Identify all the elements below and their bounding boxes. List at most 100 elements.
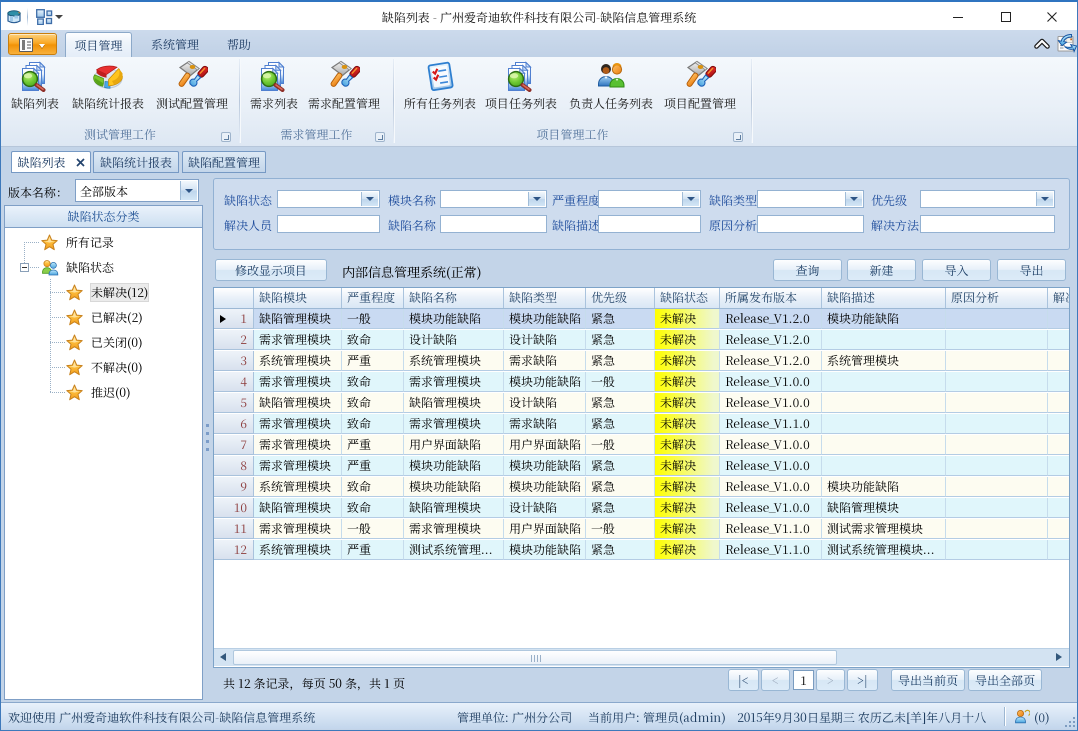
grid-header-cell[interactable]: 缺陷模块 (254, 288, 342, 308)
pager-button[interactable]: < (761, 669, 790, 691)
tab-close-icon[interactable] (76, 152, 85, 173)
grid-header-cell[interactable]: 优先级 (586, 288, 655, 308)
grid-cell[interactable]: 紧急 (586, 540, 655, 560)
grid-cell[interactable]: Release_V1.2.0 (720, 351, 822, 371)
dialog-launcher-icon[interactable] (375, 132, 385, 142)
tree-collapse-icon[interactable] (20, 263, 29, 272)
row-indicator-cell[interactable]: 3 (214, 351, 254, 371)
grid-cell[interactable] (946, 414, 1048, 434)
grid-header-cell[interactable]: 解决方法 (1048, 288, 1070, 308)
grid-cell[interactable]: 需求管理模块 (254, 414, 342, 434)
dropdown-arrow-icon[interactable] (845, 192, 862, 206)
grid-cell[interactable]: 一般 (586, 519, 655, 539)
grid-cell[interactable]: 未解决 (655, 309, 720, 329)
filter-combobox[interactable] (757, 190, 864, 208)
grid-header-cell[interactable]: 缺陷状态 (655, 288, 720, 308)
tree-item[interactable]: 已解决(2) (5, 305, 202, 330)
grid-header-cell[interactable] (214, 288, 254, 308)
version-dropdown-icon[interactable] (180, 181, 197, 200)
pager-button[interactable]: >| (847, 669, 878, 691)
minimize-button[interactable] (943, 7, 973, 27)
grid-cell[interactable]: 测试系统管理模块... (822, 540, 946, 560)
tree-item[interactable]: 所有记录 (5, 230, 202, 255)
grid-cell[interactable]: 缺陷管理模块 (254, 393, 342, 413)
grid-cell[interactable]: 缺陷管理模块 (254, 498, 342, 518)
grid-row[interactable]: 4需求管理模块致命需求管理模块模块功能缺陷一般未解决Release_V1.0.0 (214, 372, 1070, 393)
grid-cell[interactable] (1048, 477, 1070, 497)
version-combobox[interactable]: 全部版本 (75, 179, 199, 202)
grid-cell[interactable]: 需求管理模块 (254, 456, 342, 476)
grid-header-cell[interactable]: 所属发布版本 (720, 288, 822, 308)
grid-row[interactable]: 11需求管理模块一般需求管理模块用户界面缺陷一般未解决Release_V1.1.… (214, 519, 1070, 540)
grid-cell[interactable]: 未解决 (655, 498, 720, 518)
grid-cell[interactable]: 模块功能缺陷 (504, 372, 586, 392)
grid-cell[interactable]: 紧急 (586, 456, 655, 476)
action-button[interactable]: 导入 (922, 259, 991, 281)
grid-cell[interactable]: 紧急 (586, 351, 655, 371)
grid-cell[interactable]: 紧急 (586, 477, 655, 497)
grid-row[interactable]: 1缺陷管理模块一般模块功能缺陷模块功能缺陷紧急未解决Release_V1.2.0… (214, 309, 1070, 330)
grid-cell[interactable]: 模块功能缺陷 (504, 309, 586, 329)
grid-cell[interactable]: 未解决 (655, 540, 720, 560)
grid-cell[interactable]: Release_V1.0.0 (720, 435, 822, 455)
grid-header-cell[interactable]: 缺陷名称 (404, 288, 504, 308)
grid-row[interactable]: 10缺陷管理模块致命缺陷管理模块设计缺陷紧急未解决Release_V1.0.0缺… (214, 498, 1070, 519)
pager-button[interactable]: 导出全部页 (968, 669, 1042, 691)
grid-cell[interactable]: 模块功能缺陷 (404, 309, 504, 329)
ribbon-button[interactable]: 项目配置管理 (657, 60, 743, 130)
grid-cell[interactable]: 需求管理模块 (254, 330, 342, 350)
grid-cell[interactable]: Release_V1.1.0 (720, 519, 822, 539)
filter-input[interactable] (598, 215, 701, 233)
scroll-right-icon[interactable] (1051, 649, 1068, 666)
grid-cell[interactable]: 紧急 (586, 330, 655, 350)
action-button[interactable]: 导出 (997, 259, 1066, 281)
grid-cell[interactable]: 严重 (342, 540, 404, 560)
grid-cell[interactable]: 测试需求管理模块 (822, 519, 946, 539)
ribbon-button[interactable]: 需求配置管理 (301, 60, 387, 130)
ribbon-button[interactable]: 负责人任务列表 (568, 60, 654, 130)
grid-cell[interactable]: 未解决 (655, 414, 720, 434)
grid-row[interactable]: 8需求管理模块严重模块功能缺陷模块功能缺陷紧急未解决Release_V1.0.0 (214, 456, 1070, 477)
dialog-launcher-icon[interactable] (733, 132, 743, 142)
tree-item[interactable]: 未解决(12) (5, 280, 202, 305)
filter-input[interactable] (920, 215, 1055, 233)
grid-cell[interactable]: 模块功能缺陷 (822, 309, 946, 329)
grid-cell[interactable]: 一般 (342, 519, 404, 539)
ribbon-tab-2[interactable]: 系统管理 (137, 32, 213, 57)
grid-cell[interactable]: Release_V1.1.0 (720, 414, 822, 434)
grid-cell[interactable]: 未解决 (655, 477, 720, 497)
grid-cell[interactable]: 紧急 (586, 393, 655, 413)
grid-cell[interactable]: Release_V1.2.0 (720, 330, 822, 350)
filter-combobox[interactable] (277, 190, 380, 208)
maximize-button[interactable] (991, 7, 1021, 27)
row-indicator-cell[interactable]: 12 (214, 540, 254, 560)
grid-header-cell[interactable]: 严重程度 (342, 288, 404, 308)
grid-cell[interactable]: Release_V1.1.0 (720, 540, 822, 560)
grid-cell[interactable]: 设计缺陷 (404, 330, 504, 350)
tree-item[interactable]: 不解决(0) (5, 355, 202, 380)
grid-row[interactable]: 7需求管理模块严重用户界面缺陷用户界面缺陷一般未解决Release_V1.0.0 (214, 435, 1070, 456)
grid-cell[interactable]: 一般 (342, 309, 404, 329)
ribbon-button[interactable]: 缺陷统计报表 (65, 60, 151, 130)
grid-cell[interactable] (1048, 414, 1070, 434)
tree-item[interactable]: 缺陷状态 (5, 255, 202, 280)
pager-button[interactable]: 导出当前页 (891, 669, 965, 691)
action-button[interactable]: 查询 (773, 259, 842, 281)
grid-cell[interactable]: 需求管理模块 (254, 519, 342, 539)
grid-cell[interactable]: 系统管理模块 (254, 540, 342, 560)
grid-cell[interactable]: 用户界面缺陷 (404, 435, 504, 455)
horizontal-scrollbar[interactable] (214, 648, 1069, 666)
row-indicator-cell[interactable]: 6 (214, 414, 254, 434)
grid-cell[interactable]: 需求管理模块 (404, 414, 504, 434)
grid-cell[interactable]: 缺陷管理模块 (822, 498, 946, 518)
grid-cell[interactable] (822, 393, 946, 413)
grid-cell[interactable]: 需求管理模块 (404, 372, 504, 392)
grid-cell[interactable]: 模块功能缺陷 (504, 477, 586, 497)
grid-cell[interactable]: 需求缺陷 (504, 414, 586, 434)
grid-cell[interactable]: 缺陷管理模块 (404, 393, 504, 413)
grid-cell[interactable]: 用户界面缺陷 (504, 435, 586, 455)
grid-cell[interactable]: 未解决 (655, 330, 720, 350)
grid-cell[interactable]: 系统管理模块 (254, 351, 342, 371)
grid-cell[interactable]: 严重 (342, 456, 404, 476)
action-button[interactable]: 新建 (847, 259, 916, 281)
